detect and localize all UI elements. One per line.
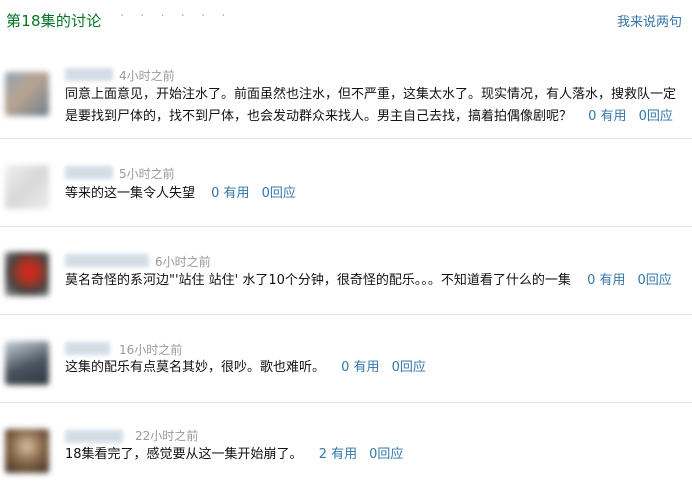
- comment-item: 16小时之前 这集的配乐有点莫名其妙，很吵。歌也难听。 0 有用 0回应: [0, 314, 692, 403]
- useful-button[interactable]: 0 有用: [341, 360, 379, 375]
- useful-button[interactable]: 0 有用: [211, 186, 249, 201]
- username-link[interactable]: [65, 166, 113, 179]
- username-link[interactable]: [65, 342, 110, 355]
- comment-item: 4小时之前 同意上面意见，开始注水了。前面虽然也注水，但不严重，这集太水了。现实…: [0, 42, 692, 139]
- comment-time: 16小时之前: [119, 343, 183, 357]
- useful-button[interactable]: 2 有用: [319, 447, 357, 462]
- comment-time: 22小时之前: [135, 429, 199, 443]
- comment-actions: 0 有用 0回应: [341, 360, 426, 375]
- comment-text-line-wrap: 18集看完了，感觉要从这一集开始崩了。 2 有用 0回应: [65, 444, 403, 466]
- comment-actions: 0 有用 0回应: [211, 186, 296, 201]
- comment-text-line-wrap: 这集的配乐有点莫名其妙，很吵。歌也难听。 0 有用 0回应: [65, 357, 426, 379]
- avatar[interactable]: [5, 72, 49, 116]
- comment-item: 6小时之前 莫名奇怪的系河边"'站住 站住' 水了10个分钟，很奇怪的配乐。。。…: [0, 226, 692, 315]
- comment-item: 22小时之前 18集看完了，感觉要从这一集开始崩了。 2 有用 0回应: [0, 402, 692, 489]
- comment-text: 等来的这一集令人失望: [65, 186, 196, 201]
- avatar[interactable]: [5, 252, 49, 296]
- avatar[interactable]: [5, 341, 49, 385]
- useful-button[interactable]: 0 有用: [587, 273, 625, 288]
- page-title: 第18集的讨论: [6, 12, 102, 30]
- comment-text: 这集的配乐有点莫名其妙，很吵。歌也难听。: [65, 360, 326, 375]
- username-link[interactable]: [65, 430, 123, 443]
- discussion-header: 第18集的讨论 · · · · · · 我来说两句: [0, 0, 692, 42]
- comment-text-line-wrap: 是要找到尸体的，找不到尸体，也会发动群众来找人。男主自己去找，搞着拍偶像剧呢？ …: [65, 106, 676, 128]
- comment-time: 6小时之前: [155, 255, 211, 269]
- title-dots-divider: · · · · · ·: [120, 9, 232, 24]
- comment-text-line: 是要找到尸体的，找不到尸体，也会发动群众来找人。男主自己去找，搞着拍偶像剧呢？: [65, 109, 573, 124]
- reply-button[interactable]: 0回应: [392, 360, 426, 375]
- comment-time: 4小时之前: [119, 69, 175, 83]
- avatar[interactable]: [5, 165, 49, 209]
- comment-text-line-wrap: 等来的这一集令人失望 0 有用 0回应: [65, 183, 296, 205]
- comment-text: 18集看完了，感觉要从这一集开始崩了。: [65, 447, 303, 462]
- comment-text-line-wrap: 莫名奇怪的系河边"'站住 站住' 水了10个分钟，很奇怪的配乐。。。不知道看了什…: [65, 270, 672, 292]
- comment-item: 5小时之前 等来的这一集令人失望 0 有用 0回应: [0, 138, 692, 227]
- reply-button[interactable]: 0回应: [637, 273, 671, 288]
- username-link[interactable]: [65, 254, 149, 267]
- write-comment-link[interactable]: 我来说两句: [617, 11, 682, 30]
- reply-button[interactable]: 0回应: [262, 186, 296, 201]
- comment-actions: 0 有用 0回应: [587, 273, 672, 288]
- comment-actions: 2 有用 0回应: [319, 447, 404, 462]
- username-link[interactable]: [65, 68, 113, 81]
- comment-time: 5小时之前: [119, 167, 175, 181]
- reply-button[interactable]: 0回应: [369, 447, 403, 462]
- comment-text-line: 同意上面意见，开始注水了。前面虽然也注水，但不严重，这集太水了。现实情况，有人落…: [65, 87, 677, 102]
- comment-text: 同意上面意见，开始注水了。前面虽然也注水，但不严重，这集太水了。现实情况，有人落…: [65, 84, 676, 128]
- reply-button[interactable]: 0回应: [639, 109, 673, 124]
- comment-actions: 0 有用 0回应: [588, 109, 673, 124]
- useful-button[interactable]: 0 有用: [588, 109, 626, 124]
- comment-text: 莫名奇怪的系河边"'站住 站住' 水了10个分钟，很奇怪的配乐。。。不知道看了什…: [65, 273, 571, 288]
- avatar[interactable]: [5, 429, 49, 473]
